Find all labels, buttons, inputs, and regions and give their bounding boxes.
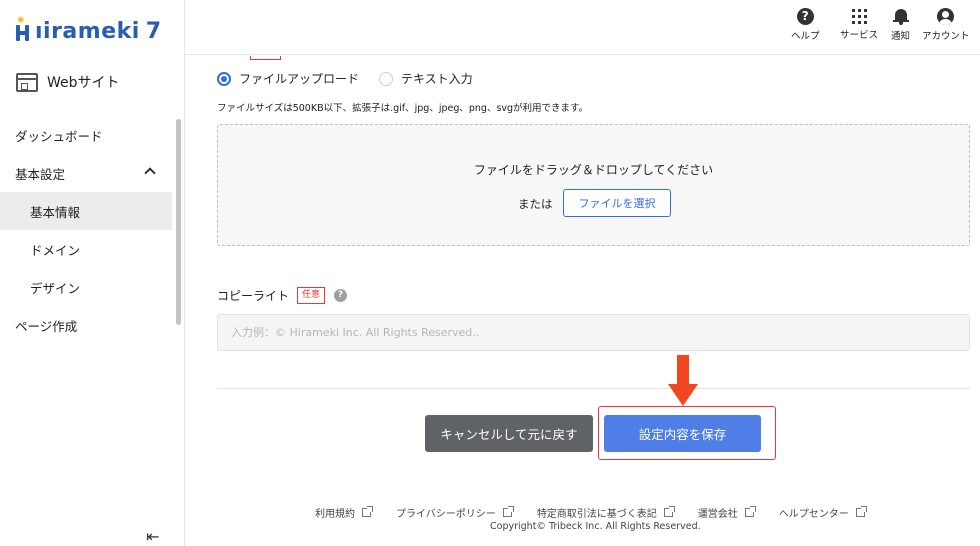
chevron-up-icon (144, 167, 156, 179)
footer-link-label: 利用規約 (315, 509, 355, 520)
footer-link-label: ヘルプセンター (778, 509, 849, 520)
question-icon[interactable]: ? (334, 289, 348, 302)
top-header: ? ヘルプ サービス 通知 アカウント (185, 0, 980, 55)
footer-link-terms[interactable]: 利用規約 (315, 505, 373, 520)
app-root: ✺ ıirameki 7 Webサイト ダッシュボード 基本設定 基本情報 ドメイ… (0, 0, 980, 546)
services-button[interactable]: サービス (840, 8, 878, 41)
upload-mode-radio-group: ファイルアップロード テキスト入力 (217, 70, 473, 87)
sidebar-item-basic-info[interactable]: 基本情報 (0, 192, 172, 230)
sidebar: ✺ ıirameki 7 Webサイト ダッシュボード 基本設定 基本情報 ドメイ… (0, 0, 185, 546)
sidebar-item-label: 基本設定 (15, 166, 66, 182)
account-icon (937, 8, 955, 25)
footer-link-help-center[interactable]: ヘルプセンター (778, 505, 867, 520)
site-switch[interactable]: Webサイト (16, 72, 120, 92)
sidebar-item-domain[interactable]: ドメイン (0, 230, 172, 268)
help-icon: ? (796, 8, 814, 25)
website-icon (16, 72, 38, 92)
external-link-icon (744, 506, 756, 517)
logo-mark-icon: ✺ (14, 16, 34, 44)
logo-number: 7 (145, 18, 162, 44)
footer-link-label: 特定商取引法に基づく表記 (536, 509, 657, 520)
site-switch-label: Webサイト (47, 75, 120, 91)
help-button[interactable]: ? ヘルプ (791, 8, 820, 42)
copyright-label: コピーライト (217, 289, 290, 303)
sidebar-item-label: デザイン (30, 280, 81, 296)
sidebar-item-page-creation[interactable]: ページ作成 (0, 306, 172, 344)
notifications-label: 通知 (891, 31, 911, 42)
down-arrow-annotation-icon (668, 355, 698, 408)
sidebar-item-label: ドメイン (30, 242, 81, 258)
footer-link-privacy[interactable]: プライバシーポリシー (396, 505, 514, 520)
footer-link-company[interactable]: 運営会社 (697, 505, 756, 520)
footer-link-commerce-law[interactable]: 特定商取引法に基づく表記 (536, 505, 675, 520)
copyright-text: Copyright© Tribeck Inc. All Rights Reser… (490, 521, 701, 532)
sidebar-item-basic-settings[interactable]: 基本設定 (0, 154, 172, 192)
sidebar-item-label: ページ作成 (15, 318, 78, 334)
notifications-button[interactable]: 通知 (891, 8, 910, 42)
optional-badge: 任意 (297, 287, 326, 304)
sidebar-item-dashboard[interactable]: ダッシュボード (0, 116, 172, 154)
footer-links: 利用規約 プライバシーポリシー 特定商取引法に基づく表記 運営会社 ヘルプセンタ… (315, 505, 890, 520)
divider (217, 388, 970, 389)
radio-text-input[interactable] (379, 71, 394, 86)
file-size-note: ファイルサイズは500KB以下、拡張子は.gif、jpg、jpeg、png、sv… (217, 103, 589, 114)
sidebar-item-label: 基本情報 (30, 204, 81, 220)
radio-file-upload-label[interactable]: ファイルアップロード (239, 70, 359, 87)
external-link-icon (855, 506, 867, 517)
footer-link-label: プライバシーポリシー (396, 509, 496, 520)
select-file-button[interactable]: ファイルを選択 (563, 189, 671, 217)
bell-icon (892, 8, 909, 25)
radio-file-upload[interactable] (217, 71, 231, 86)
copyright-field-label-row: コピーライト 任意 ? (217, 287, 348, 304)
footer-link-label: 運営会社 (697, 509, 738, 520)
account-label: アカウント (922, 31, 970, 42)
main-content: ファイルアップロード テキスト入力 ファイルサイズは500KB以下、拡張子は.g… (185, 56, 980, 546)
logo-text: ıirameki 7 (35, 18, 162, 44)
required-badge-partial (250, 56, 281, 60)
sidebar-item-design[interactable]: デザイン (0, 268, 172, 306)
file-dropzone[interactable]: ファイルをドラッグ＆ドロップしてください または ファイルを選択 (217, 124, 970, 246)
cancel-button[interactable]: キャンセルして元に戻す (425, 415, 593, 452)
account-button[interactable]: アカウント (922, 8, 970, 42)
save-button[interactable]: 設定内容を保存 (604, 415, 761, 452)
dropzone-title: ファイルをドラッグ＆ドロップしてください (473, 163, 714, 177)
dropzone-or-text: または (518, 197, 553, 211)
radio-text-input-label[interactable]: テキスト入力 (401, 70, 473, 87)
sidebar-nav: ダッシュボード 基本設定 基本情報 ドメイン デザイン ページ作成 (0, 116, 172, 344)
copyright-input[interactable] (217, 314, 970, 351)
services-label: サービス (840, 30, 879, 41)
grid-icon (851, 9, 867, 24)
sidebar-scrollbar[interactable] (176, 119, 181, 325)
help-label: ヘルプ (791, 31, 820, 42)
external-link-icon (502, 506, 514, 517)
collapse-sidebar-icon[interactable]: ⇤ (146, 527, 159, 546)
sidebar-item-label: ダッシュボード (15, 128, 103, 144)
external-link-icon (362, 506, 373, 517)
logo[interactable]: ✺ ıirameki 7 (14, 16, 162, 44)
external-link-icon (663, 506, 675, 517)
